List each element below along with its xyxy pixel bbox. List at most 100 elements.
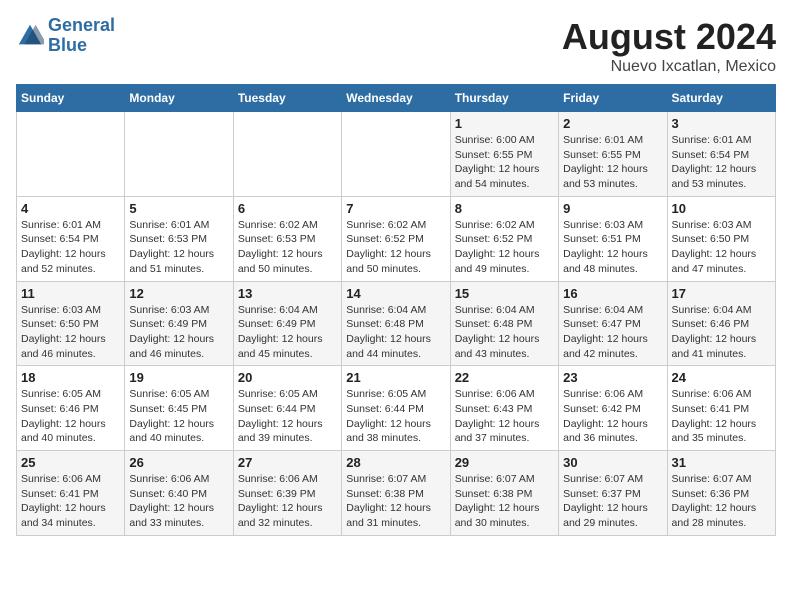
day-number: 12 bbox=[129, 286, 228, 301]
day-number: 16 bbox=[563, 286, 662, 301]
day-number: 22 bbox=[455, 370, 554, 385]
calendar-title: August 2024 bbox=[562, 16, 776, 58]
calendar-cell: 15Sunrise: 6:04 AMSunset: 6:48 PMDayligh… bbox=[450, 281, 558, 366]
calendar-cell: 21Sunrise: 6:05 AMSunset: 6:44 PMDayligh… bbox=[342, 366, 450, 451]
day-number: 3 bbox=[672, 116, 771, 131]
day-info: Sunrise: 6:01 AMSunset: 6:54 PMDaylight:… bbox=[21, 218, 120, 277]
calendar-header: SundayMondayTuesdayWednesdayThursdayFrid… bbox=[17, 85, 776, 112]
calendar-week-3: 11 Sunrise: 6:03 AMSunset: 6:50 PMDayligh… bbox=[17, 281, 776, 366]
day-info: Sunrise: 6:01 AMSunset: 6:53 PMDaylight:… bbox=[129, 218, 228, 277]
day-info: Sunrise: 6:04 AMSunset: 6:48 PMDaylight:… bbox=[346, 303, 445, 362]
day-info: Sunrise: 6:06 AMSunset: 6:39 PMDaylight:… bbox=[238, 472, 337, 531]
day-info: Sunrise: 6:05 AMSunset: 6:46 PMDaylight:… bbox=[21, 387, 120, 446]
day-info: Sunrise: 6:07 AMSunset: 6:38 PMDaylight:… bbox=[346, 472, 445, 531]
day-number: 9 bbox=[563, 201, 662, 216]
day-info: Sunrise: 6:02 AMSunset: 6:52 PMDaylight:… bbox=[455, 218, 554, 277]
calendar-cell: 11 Sunrise: 6:03 AMSunset: 6:50 PMDayligh… bbox=[17, 281, 125, 366]
calendar-cell: 7Sunrise: 6:02 AMSunset: 6:52 PMDaylight… bbox=[342, 196, 450, 281]
day-info: Sunrise: 6:03 AMSunset: 6:50 PMDaylight:… bbox=[21, 303, 120, 362]
logo-line1: General bbox=[48, 15, 115, 35]
day-info: Sunrise: 6:03 AMSunset: 6:49 PMDaylight:… bbox=[129, 303, 228, 362]
day-info: Sunrise: 6:00 AMSunset: 6:55 PMDaylight:… bbox=[455, 133, 554, 192]
page-header: General Blue August 2024 Nuevo Ixcatlan,… bbox=[16, 16, 776, 76]
calendar-week-5: 25Sunrise: 6:06 AMSunset: 6:41 PMDayligh… bbox=[17, 451, 776, 536]
calendar-cell bbox=[17, 112, 125, 197]
day-number: 19 bbox=[129, 370, 228, 385]
day-number: 10 bbox=[672, 201, 771, 216]
day-number: 24 bbox=[672, 370, 771, 385]
weekday-header-thursday: Thursday bbox=[450, 85, 558, 112]
calendar-cell: 10 Sunrise: 6:03 AMSunset: 6:50 PMDayligh… bbox=[667, 196, 775, 281]
weekday-header-tuesday: Tuesday bbox=[233, 85, 341, 112]
calendar-cell bbox=[233, 112, 341, 197]
day-info: Sunrise: 6:06 AMSunset: 6:41 PMDaylight:… bbox=[672, 387, 771, 446]
calendar-table: SundayMondayTuesdayWednesdayThursdayFrid… bbox=[16, 84, 776, 536]
calendar-cell: 28 Sunrise: 6:07 AMSunset: 6:38 PMDayligh… bbox=[342, 451, 450, 536]
calendar-cell: 12 Sunrise: 6:03 AMSunset: 6:49 PMDayligh… bbox=[125, 281, 233, 366]
day-info: Sunrise: 6:01 AMSunset: 6:55 PMDaylight:… bbox=[563, 133, 662, 192]
day-info: Sunrise: 6:04 AMSunset: 6:48 PMDaylight:… bbox=[455, 303, 554, 362]
day-info: Sunrise: 6:04 AMSunset: 6:49 PMDaylight:… bbox=[238, 303, 337, 362]
calendar-cell: 13 Sunrise: 6:04 AMSunset: 6:49 PMDayligh… bbox=[233, 281, 341, 366]
calendar-subtitle: Nuevo Ixcatlan, Mexico bbox=[562, 58, 776, 76]
day-number: 11 bbox=[21, 286, 120, 301]
calendar-cell: 17Sunrise: 6:04 AMSunset: 6:46 PMDayligh… bbox=[667, 281, 775, 366]
calendar-cell bbox=[342, 112, 450, 197]
weekday-header-friday: Friday bbox=[559, 85, 667, 112]
day-number: 27 bbox=[238, 455, 337, 470]
day-info: Sunrise: 6:03 AMSunset: 6:51 PMDaylight:… bbox=[563, 218, 662, 277]
day-number: 7 bbox=[346, 201, 445, 216]
title-block: August 2024 Nuevo Ixcatlan, Mexico bbox=[562, 16, 776, 76]
calendar-cell: 29 Sunrise: 6:07 AMSunset: 6:38 PMDayligh… bbox=[450, 451, 558, 536]
calendar-cell: 18Sunrise: 6:05 AMSunset: 6:46 PMDayligh… bbox=[17, 366, 125, 451]
calendar-cell: 6 Sunrise: 6:02 AMSunset: 6:53 PMDaylight… bbox=[233, 196, 341, 281]
day-number: 13 bbox=[238, 286, 337, 301]
day-number: 4 bbox=[21, 201, 120, 216]
calendar-cell: 3Sunrise: 6:01 AMSunset: 6:54 PMDaylight… bbox=[667, 112, 775, 197]
day-number: 6 bbox=[238, 201, 337, 216]
day-info: Sunrise: 6:03 AMSunset: 6:50 PMDaylight:… bbox=[672, 218, 771, 277]
calendar-cell: 24 Sunrise: 6:06 AMSunset: 6:41 PMDayligh… bbox=[667, 366, 775, 451]
weekday-header-saturday: Saturday bbox=[667, 85, 775, 112]
day-number: 25 bbox=[21, 455, 120, 470]
logo-text: General Blue bbox=[48, 16, 115, 56]
logo: General Blue bbox=[16, 16, 115, 56]
logo-icon bbox=[16, 22, 44, 50]
day-number: 14 bbox=[346, 286, 445, 301]
calendar-cell: 16 Sunrise: 6:04 AMSunset: 6:47 PMDayligh… bbox=[559, 281, 667, 366]
day-info: Sunrise: 6:05 AMSunset: 6:44 PMDaylight:… bbox=[238, 387, 337, 446]
calendar-cell: 27 Sunrise: 6:06 AMSunset: 6:39 PMDayligh… bbox=[233, 451, 341, 536]
calendar-week-2: 4 Sunrise: 6:01 AMSunset: 6:54 PMDaylight… bbox=[17, 196, 776, 281]
calendar-cell: 31Sunrise: 6:07 AMSunset: 6:36 PMDayligh… bbox=[667, 451, 775, 536]
calendar-cell: 20 Sunrise: 6:05 AMSunset: 6:44 PMDayligh… bbox=[233, 366, 341, 451]
calendar-week-1: 1 Sunrise: 6:00 AMSunset: 6:55 PMDaylight… bbox=[17, 112, 776, 197]
day-number: 1 bbox=[455, 116, 554, 131]
day-number: 28 bbox=[346, 455, 445, 470]
calendar-body: 1 Sunrise: 6:00 AMSunset: 6:55 PMDaylight… bbox=[17, 112, 776, 536]
calendar-cell: 22Sunrise: 6:06 AMSunset: 6:43 PMDayligh… bbox=[450, 366, 558, 451]
day-info: Sunrise: 6:04 AMSunset: 6:46 PMDaylight:… bbox=[672, 303, 771, 362]
calendar-cell bbox=[125, 112, 233, 197]
calendar-cell: 1 Sunrise: 6:00 AMSunset: 6:55 PMDaylight… bbox=[450, 112, 558, 197]
calendar-cell: 8 Sunrise: 6:02 AMSunset: 6:52 PMDaylight… bbox=[450, 196, 558, 281]
day-number: 20 bbox=[238, 370, 337, 385]
day-number: 29 bbox=[455, 455, 554, 470]
day-info: Sunrise: 6:06 AMSunset: 6:40 PMDaylight:… bbox=[129, 472, 228, 531]
calendar-cell: 4 Sunrise: 6:01 AMSunset: 6:54 PMDaylight… bbox=[17, 196, 125, 281]
day-number: 26 bbox=[129, 455, 228, 470]
day-info: Sunrise: 6:02 AMSunset: 6:53 PMDaylight:… bbox=[238, 218, 337, 277]
day-info: Sunrise: 6:05 AMSunset: 6:45 PMDaylight:… bbox=[129, 387, 228, 446]
day-info: Sunrise: 6:04 AMSunset: 6:47 PMDaylight:… bbox=[563, 303, 662, 362]
day-number: 30 bbox=[563, 455, 662, 470]
day-number: 23 bbox=[563, 370, 662, 385]
weekday-row: SundayMondayTuesdayWednesdayThursdayFrid… bbox=[17, 85, 776, 112]
calendar-cell: 14 Sunrise: 6:04 AMSunset: 6:48 PMDayligh… bbox=[342, 281, 450, 366]
calendar-cell: 25Sunrise: 6:06 AMSunset: 6:41 PMDayligh… bbox=[17, 451, 125, 536]
day-info: Sunrise: 6:07 AMSunset: 6:37 PMDaylight:… bbox=[563, 472, 662, 531]
day-info: Sunrise: 6:07 AMSunset: 6:38 PMDaylight:… bbox=[455, 472, 554, 531]
day-number: 2 bbox=[563, 116, 662, 131]
logo-line2: Blue bbox=[48, 35, 87, 55]
calendar-cell: 30 Sunrise: 6:07 AMSunset: 6:37 PMDayligh… bbox=[559, 451, 667, 536]
day-number: 8 bbox=[455, 201, 554, 216]
day-info: Sunrise: 6:06 AMSunset: 6:42 PMDaylight:… bbox=[563, 387, 662, 446]
